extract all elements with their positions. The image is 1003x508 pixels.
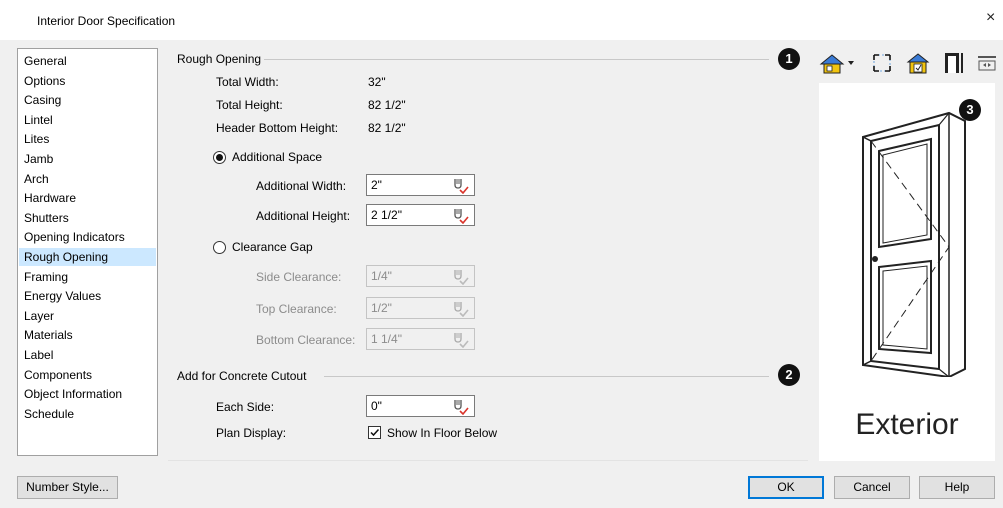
top-clearance-label: Top Clearance: (256, 302, 337, 316)
formula-icon[interactable] (451, 206, 469, 224)
window-title: Interior Door Specification (37, 14, 176, 28)
additional-width-value: 2" (371, 178, 382, 192)
preview-label: Exterior (855, 408, 959, 441)
additional-space-label[interactable]: Additional Space (232, 150, 322, 164)
total-width-label: Total Width: (216, 75, 279, 89)
formula-icon[interactable] (451, 267, 469, 285)
door-drawing (862, 111, 966, 377)
top-clearance-value: 1/2" (371, 301, 392, 315)
show-in-floor-below-label[interactable]: Show In Floor Below (387, 426, 497, 440)
additional-space-radio[interactable] (213, 151, 226, 164)
sidebar-item[interactable]: Label (19, 346, 156, 364)
formula-icon[interactable] (451, 299, 469, 317)
cancel-button[interactable]: Cancel (834, 476, 910, 499)
side-clearance-label: Side Clearance: (256, 270, 342, 284)
close-button[interactable]: × (986, 9, 995, 27)
sidebar-item[interactable]: Rough Opening (19, 248, 156, 266)
sidebar-item[interactable]: Schedule (19, 405, 156, 423)
sidebar-item[interactable]: Shutters (19, 209, 156, 227)
each-side-field[interactable]: 0" (366, 395, 475, 417)
additional-height-field[interactable]: 2 1/2" (366, 204, 475, 226)
header-bottom-height-label: Header Bottom Height: (216, 121, 339, 135)
sidebar-item[interactable]: Arch (19, 170, 156, 188)
sidebar-item[interactable]: Jamb (19, 150, 156, 168)
sidebar-item[interactable]: Components (19, 366, 156, 384)
checkmark-icon (370, 428, 380, 437)
door-frame-icon[interactable] (940, 50, 966, 76)
total-width-value: 32" (368, 75, 386, 89)
sidebar-item[interactable]: Lites (19, 130, 156, 148)
rough-opening-title: Rough Opening (177, 52, 262, 66)
additional-height-label: Additional Height: (256, 209, 351, 223)
concrete-cutout-title: Add for Concrete Cutout (177, 369, 307, 383)
radio-dot (216, 154, 223, 161)
sidebar-item[interactable]: Object Information (19, 385, 156, 403)
bottom-clearance-value: 1 1/4" (371, 332, 402, 346)
total-height-label: Total Height: (216, 98, 283, 112)
clearance-gap-radio[interactable] (213, 241, 226, 254)
sidebar-item[interactable]: Layer (19, 307, 156, 325)
show-in-floor-below-checkbox[interactable] (368, 426, 381, 439)
each-side-label: Each Side: (216, 400, 275, 414)
title-bar: Interior Door Specification × (0, 0, 1003, 40)
sidebar-item[interactable]: General (19, 52, 156, 70)
ok-button[interactable]: OK (748, 476, 824, 499)
callout-2: 2 (778, 364, 800, 386)
number-style-button[interactable]: Number Style... (17, 476, 118, 499)
each-side-value: 0" (371, 399, 382, 413)
clearance-gap-label[interactable]: Clearance Gap (232, 240, 313, 254)
sidebar-item[interactable]: Energy Values (19, 287, 156, 305)
formula-icon[interactable] (451, 176, 469, 194)
plan-display-label: Plan Display: (216, 426, 287, 440)
top-clearance-field[interactable]: 1/2" (366, 297, 475, 319)
additional-height-value: 2 1/2" (371, 208, 402, 222)
formula-icon[interactable] (451, 397, 469, 415)
sidebar-item[interactable]: Materials (19, 326, 156, 344)
render-style-icon[interactable] (905, 50, 931, 76)
side-clearance-value: 1/4" (371, 269, 392, 283)
callout-1: 1 (778, 48, 800, 70)
additional-width-label: Additional Width: (256, 179, 347, 193)
sidebar-item[interactable]: Options (19, 72, 156, 90)
door-preview[interactable]: 3 Exterior (819, 83, 995, 461)
formula-icon[interactable] (451, 330, 469, 348)
sidebar-item[interactable]: Framing (19, 268, 156, 286)
concrete-cutout-divider (324, 376, 769, 377)
help-button[interactable]: Help (919, 476, 995, 499)
rough-opening-divider (264, 59, 769, 60)
sidebar-item[interactable]: Lintel (19, 111, 156, 129)
header-bottom-height-value: 82 1/2" (368, 121, 406, 135)
content-bottom-edge (168, 460, 808, 461)
total-height-value: 82 1/2" (368, 98, 406, 112)
additional-width-field[interactable]: 2" (366, 174, 475, 196)
sidebar-item[interactable]: Opening Indicators (19, 228, 156, 246)
camera-view-dropdown-icon[interactable] (818, 50, 858, 76)
side-clearance-field[interactable]: 1/4" (366, 265, 475, 287)
bottom-clearance-field[interactable]: 1 1/4" (366, 328, 475, 350)
category-list[interactable]: General Options Casing Lintel Lites Jamb Arch H… (17, 48, 158, 456)
bottom-clearance-label: Bottom Clearance: (256, 333, 356, 347)
swap-view-icon[interactable] (974, 50, 1000, 76)
sidebar-item[interactable]: Casing (19, 91, 156, 109)
sidebar-item[interactable]: Hardware (19, 189, 156, 207)
fill-window-icon[interactable] (870, 50, 894, 76)
